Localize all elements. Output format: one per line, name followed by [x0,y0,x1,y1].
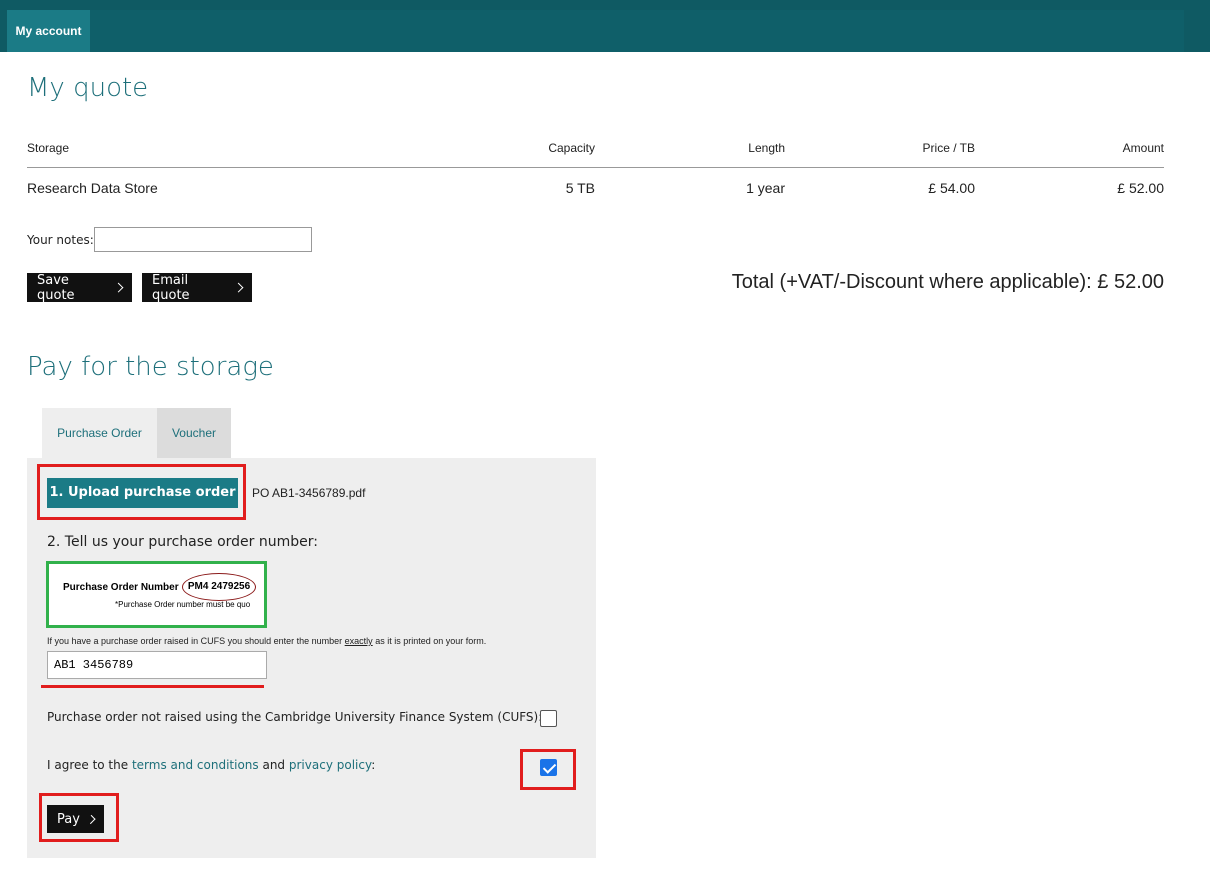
notes-input[interactable] [94,227,312,252]
hint-text-end: as it is printed on your form. [372,636,487,646]
terms-link[interactable]: terms and conditions [132,758,259,772]
tab-my-account[interactable]: My account [7,10,90,52]
col-header-storage: Storage [27,141,70,155]
not-cufs-label: Purchase order not raised using the Camb… [47,710,543,724]
pay-title: Pay for the storage [27,352,274,382]
privacy-link[interactable]: privacy policy [289,758,371,772]
checkmark-icon [542,760,557,774]
agree-and: and [258,758,289,772]
notes-label: Your notes: [27,233,94,247]
col-header-amount: Amount [1122,141,1164,155]
tab-purchase-order[interactable]: Purchase Order [42,408,157,458]
upload-purchase-order-button[interactable]: 1. Upload purchase order [47,478,238,508]
pay-label: Pay [57,811,80,827]
chevron-right-icon [233,282,244,293]
cell-length: 1 year [746,180,785,196]
quote-title: My quote [27,73,149,103]
chevron-right-icon [113,282,124,293]
top-nav-inner [7,10,1184,52]
chevron-right-icon [86,814,96,824]
po-hint: If you have a purchase order raised in C… [47,636,486,646]
agree-suffix: : [371,758,376,772]
cell-storage: Research Data Store [27,180,158,196]
save-quote-label: Save quote [37,272,75,303]
agree-prefix: I agree to the [47,758,132,772]
table-divider [27,167,1164,168]
email-quote-label: Email quote [152,272,190,303]
quote-total: Total (+VAT/-Discount where applicable):… [731,271,1164,293]
po-example-image: Purchase Order Number PM4 2479256 *Purch… [46,561,267,628]
col-header-capacity: Capacity [548,141,595,155]
col-header-length: Length [748,141,785,155]
agree-label: I agree to the terms and conditions and … [47,758,375,772]
save-quote-button[interactable]: Save quote [27,272,132,303]
hint-text: If you have a purchase order raised in C… [47,636,345,646]
uploaded-filename: PO AB1-3456789.pdf [252,486,366,500]
pay-button[interactable]: Pay [47,805,104,833]
agree-checkbox[interactable] [540,759,557,776]
po-number-prompt: 2. Tell us your purchase order number: [47,534,318,550]
cell-amount: £ 52.00 [1117,180,1164,196]
cell-price: £ 54.00 [928,180,975,196]
po-number-input[interactable] [47,651,267,679]
not-cufs-checkbox[interactable] [540,710,557,727]
highlight-underline [41,685,264,688]
po-example-number: PM4 2479256 [182,573,256,601]
cell-capacity: 5 TB [565,180,595,196]
col-header-price: Price / TB [922,141,975,155]
po-example-note: *Purchase Order number must be quo [115,600,251,609]
email-quote-button[interactable]: Email quote [142,272,252,303]
po-example-label: Purchase Order Number [63,582,179,593]
hint-emphasis: exactly [344,636,373,646]
tab-voucher[interactable]: Voucher [157,408,231,458]
